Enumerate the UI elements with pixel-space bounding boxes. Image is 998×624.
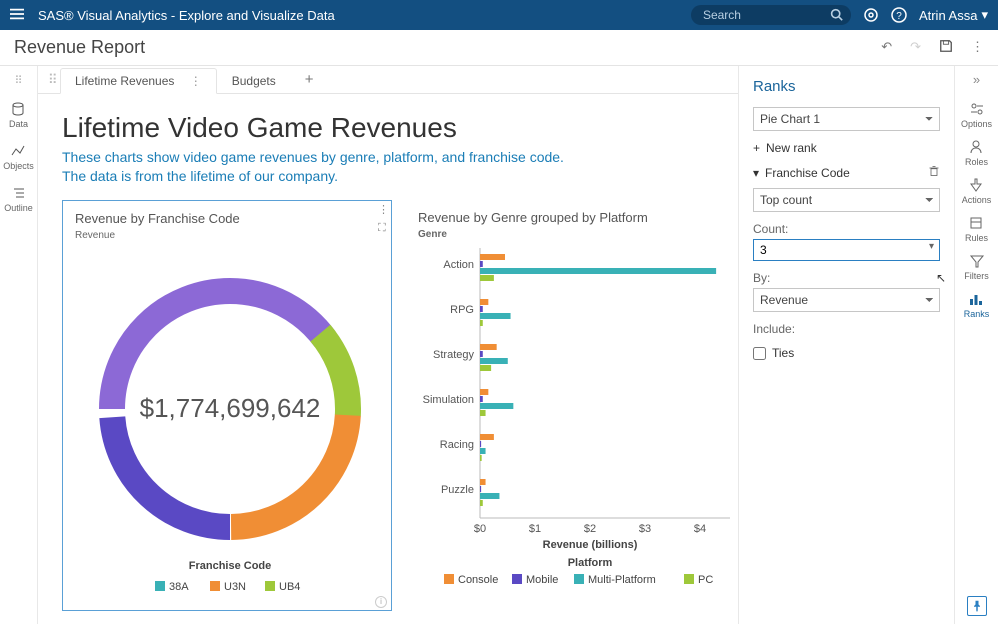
include-label: Include: — [753, 322, 940, 336]
help-icon[interactable]: ? — [891, 7, 907, 23]
svg-text:Action: Action — [443, 259, 474, 271]
spinner-icon[interactable]: ▾ — [929, 241, 934, 252]
search-wrap — [691, 5, 851, 25]
plus-icon: + — [753, 141, 760, 155]
chart-card-franchise[interactable]: ⋮ ⛶ Revenue by Franchise Code Revenue — [62, 200, 392, 611]
rail-options[interactable]: Options — [961, 101, 992, 129]
svg-text:$1: $1 — [529, 523, 541, 535]
rail-rules[interactable]: Rules — [965, 215, 988, 243]
ties-checkbox[interactable] — [753, 347, 766, 360]
new-rank-button[interactable]: + New rank — [753, 141, 940, 155]
cursor-icon: ↖ — [936, 271, 946, 285]
tab-lifetime-revenues[interactable]: Lifetime Revenues ⋮ — [60, 68, 217, 94]
by-label: By: — [753, 271, 940, 285]
tab-options-icon[interactable]: ⋮ — [190, 74, 202, 88]
rank-section-header[interactable]: ▾ Franchise Code — [753, 165, 940, 180]
report-title: Lifetime Video Game Revenues — [62, 112, 714, 144]
chevron-down-icon: ▾ — [981, 7, 988, 23]
apps-icon[interactable] — [863, 7, 879, 23]
svg-text:Revenue (billions): Revenue (billions) — [543, 539, 638, 551]
ties-label: Ties — [772, 346, 794, 360]
grouped-bar-chart: Action RPG Strategy Simulation Racing Puzzle $… — [418, 240, 738, 600]
tab-drag-handle[interactable]: ⠿ — [48, 72, 60, 88]
add-tab-button[interactable]: + — [305, 71, 314, 88]
svg-text:PC: PC — [698, 574, 713, 586]
report-subtitle: These charts show video game revenues by… — [62, 148, 714, 186]
search-input[interactable] — [691, 5, 851, 25]
chart2-title: Revenue by Genre grouped by Platform — [418, 210, 726, 225]
chart-card-genre[interactable]: Revenue by Genre grouped by Platform Gen… — [406, 200, 738, 611]
chart1-title: Revenue by Franchise Code — [75, 211, 379, 226]
more-menu-button[interactable]: ⋮ — [971, 39, 984, 56]
user-menu[interactable]: Atrin Assa ▾ — [919, 7, 988, 23]
menu-icon[interactable] — [10, 7, 26, 24]
rail-filters[interactable]: Filters — [964, 253, 989, 281]
undo-button[interactable]: ↶ — [881, 39, 892, 56]
count-input[interactable] — [753, 239, 940, 261]
card-expand-icon[interactable]: ⛶ — [378, 222, 389, 235]
rail-data[interactable]: ⠿ — [14, 74, 22, 87]
svg-text:Console: Console — [458, 574, 498, 586]
tabs-row: ⠿ Lifetime Revenues ⋮ Budgets + — [38, 66, 738, 94]
user-name-label: Atrin Assa — [919, 8, 978, 23]
svg-text:$2: $2 — [584, 523, 596, 535]
card-more-icon[interactable]: ⋮ — [378, 203, 389, 216]
collapse-right-rail[interactable]: » — [973, 72, 980, 87]
svg-text:UB4: UB4 — [279, 581, 300, 593]
svg-text:$4: $4 — [694, 523, 706, 535]
canvas-area: ⠿ Lifetime Revenues ⋮ Budgets + Lifetime… — [38, 66, 739, 624]
donut-chart: $1,774,699,642 Franchise Code 38A U3N UB… — [75, 241, 385, 601]
aggregation-select[interactable]: Top count — [753, 188, 940, 212]
svg-text:$3: $3 — [639, 523, 651, 535]
rail-actions[interactable]: Actions — [962, 177, 992, 205]
rail-ranks[interactable]: Ranks — [964, 291, 990, 319]
count-label: Count: — [753, 222, 940, 236]
pin-button[interactable] — [967, 596, 987, 616]
chart1-value-label: Revenue — [75, 230, 379, 241]
app-topbar: SAS® Visual Analytics - Explore and Visu… — [0, 0, 998, 30]
search-icon[interactable] — [830, 8, 843, 21]
rail-item-data[interactable]: Data — [9, 101, 28, 129]
donut-center-value: $1,774,699,642 — [140, 393, 321, 423]
right-rail: » Options Roles Actions Rules Filters — [954, 66, 998, 624]
svg-text:38A: 38A — [169, 581, 189, 593]
delete-rank-icon[interactable] — [928, 165, 940, 180]
rail-roles[interactable]: Roles — [965, 139, 988, 167]
svg-text:Multi-Platform: Multi-Platform — [588, 574, 656, 586]
info-badge[interactable]: i — [375, 596, 387, 608]
redo-button[interactable]: ↷ — [910, 39, 921, 56]
ranks-panel-title: Ranks — [753, 78, 940, 95]
svg-text:Racing: Racing — [440, 439, 474, 451]
svg-text:U3N: U3N — [224, 581, 246, 593]
svg-text:Mobile: Mobile — [526, 574, 558, 586]
save-button[interactable] — [939, 39, 953, 56]
by-select[interactable]: Revenue — [753, 288, 940, 312]
left-rail: ⠿ Data Objects Outline — [0, 66, 38, 624]
tab-budgets[interactable]: Budgets — [217, 68, 291, 94]
rail-item-outline[interactable]: Outline — [4, 185, 33, 213]
svg-text:Platform: Platform — [568, 557, 613, 569]
svg-text:Simulation: Simulation — [423, 394, 474, 406]
page-title: Revenue Report — [14, 37, 881, 58]
svg-text:Strategy: Strategy — [433, 349, 474, 361]
ranks-target-select[interactable]: Pie Chart 1 — [753, 107, 940, 131]
page-header: Revenue Report ↶ ↷ ⋮ — [0, 30, 998, 66]
chart2-ytitle: Genre — [418, 229, 726, 240]
svg-text:?: ? — [896, 11, 902, 22]
svg-text:$0: $0 — [474, 523, 486, 535]
svg-text:Puzzle: Puzzle — [441, 484, 474, 496]
chevron-down-icon: ▾ — [753, 166, 759, 180]
rail-item-objects[interactable]: Objects — [3, 143, 34, 171]
app-title: SAS® Visual Analytics - Explore and Visu… — [38, 8, 335, 23]
ranks-panel: Ranks Pie Chart 1 + New rank ▾ Franchise… — [739, 66, 954, 624]
svg-text:RPG: RPG — [450, 304, 474, 316]
chart1-legend-title: Franchise Code — [189, 560, 272, 572]
